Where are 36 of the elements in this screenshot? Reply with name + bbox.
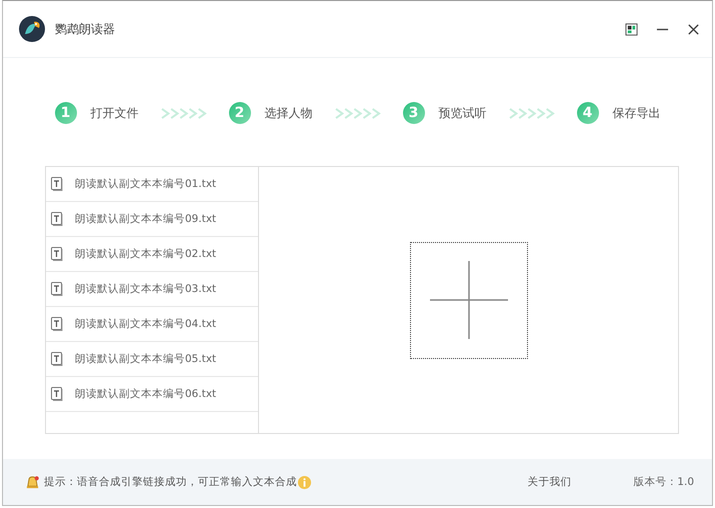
step-label: 预览试听 xyxy=(438,104,486,122)
step-label: 选择人物 xyxy=(264,104,312,122)
plus-icon xyxy=(430,261,508,339)
step-number: 2 xyxy=(228,102,250,124)
step-number: 3 xyxy=(402,102,424,124)
status-message: 提示：语音合成引擎链接成功，可正常输入文本合成 xyxy=(44,475,297,489)
chevrons-icon xyxy=(160,108,206,118)
bell-icon xyxy=(25,474,40,490)
text-file-icon xyxy=(51,317,63,331)
text-file-icon xyxy=(51,387,63,401)
window-title: 鹦鹉朗读器 xyxy=(55,20,115,38)
text-file-icon xyxy=(51,282,63,296)
file-item[interactable]: 朗读默认副文本本编号01.txt xyxy=(46,167,258,202)
skin-icon[interactable] xyxy=(625,22,638,36)
step-number: 4 xyxy=(576,102,598,124)
chevrons-icon xyxy=(508,108,554,118)
file-item[interactable]: 朗读默认副文本本编号03.txt xyxy=(46,272,258,307)
close-icon[interactable] xyxy=(687,22,700,36)
text-file-icon xyxy=(51,247,63,261)
file-item[interactable]: 朗读默认副文本本编号06.txt xyxy=(46,377,258,412)
text-file-icon xyxy=(51,212,63,226)
add-file-area[interactable] xyxy=(410,242,528,358)
file-item[interactable]: 朗读默认副文本本编号09.txt xyxy=(46,202,258,237)
step-label: 保存导出 xyxy=(612,104,660,122)
file-item[interactable]: 朗读默认副文本本编号02.txt xyxy=(46,237,258,272)
about-link[interactable]: 关于我们 xyxy=(523,475,572,489)
chevrons-icon xyxy=(334,108,380,118)
info-icon xyxy=(297,474,312,490)
file-item[interactable]: 朗读默认副文本本编号04.txt xyxy=(46,307,258,342)
version-label: 版本号：1.0 xyxy=(633,475,694,489)
parrot-logo-icon xyxy=(19,16,45,42)
text-file-icon xyxy=(51,177,63,191)
text-file-icon xyxy=(51,352,63,366)
step-label: 打开文件 xyxy=(90,104,138,122)
file-item[interactable]: 朗读默认副文本本编号05.txt xyxy=(46,342,258,377)
step-number: 1 xyxy=(54,102,76,124)
